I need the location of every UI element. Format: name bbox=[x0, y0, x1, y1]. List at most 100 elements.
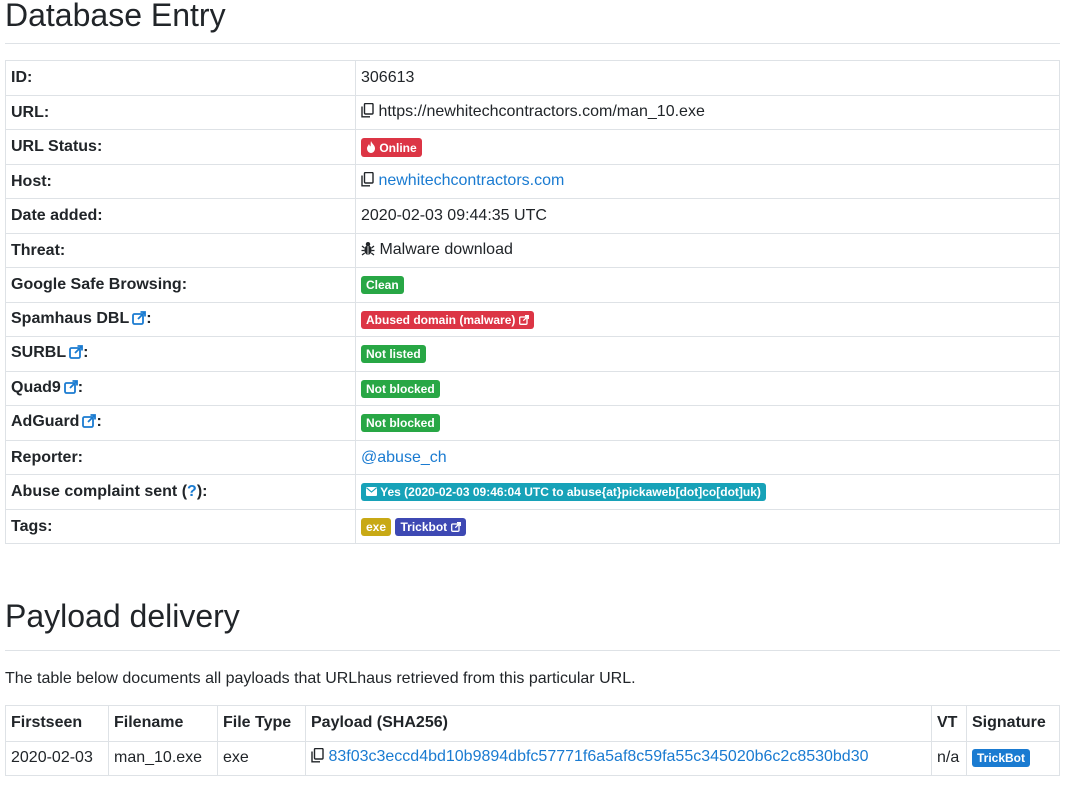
signature-badge[interactable]: TrickBot bbox=[972, 749, 1031, 768]
payload-title: Payload delivery bbox=[5, 598, 240, 635]
abuse-label-cell: Abuse complaint sent (?): bbox=[5, 474, 356, 510]
tags-cell: exe Trickbot bbox=[355, 508, 1060, 545]
quad9-cell: Not blocked bbox=[355, 370, 1060, 407]
payload-description: The table below documents all payloads t… bbox=[5, 669, 636, 687]
table-row: Threat: Malware download bbox=[5, 232, 1060, 269]
surbl-label: SURBL bbox=[11, 344, 67, 362]
threat-cell: Malware download bbox=[355, 232, 1060, 269]
colon: : bbox=[77, 378, 84, 396]
col-signature: Signature bbox=[966, 704, 1060, 742]
firstseen-cell: 2020-02-03 bbox=[5, 740, 109, 776]
external-link-icon bbox=[450, 521, 461, 532]
tag-exe[interactable]: exe bbox=[361, 517, 392, 536]
online-badge: Online bbox=[361, 137, 422, 157]
spamhaus-cell: Abused domain (malware) bbox=[355, 301, 1060, 338]
spamhaus-value: Abused domain (malware) bbox=[366, 312, 516, 327]
table-row: Abuse complaint sent (?): Yes (2020-02-0… bbox=[5, 474, 1060, 510]
url-status-label: URL Status: bbox=[5, 129, 356, 165]
abuse-cell: Yes (2020-02-03 09:46:04 UTC to abuse{at… bbox=[355, 474, 1060, 510]
reporter-label: Reporter: bbox=[5, 439, 356, 476]
copy-icon[interactable] bbox=[361, 171, 374, 192]
url-value: https://newhitechcontractors.com/man_10.… bbox=[378, 102, 705, 120]
spamhaus-label: Spamhaus DBL bbox=[11, 309, 130, 327]
table-row: URL: https://newhitechcontractors.com/ma… bbox=[5, 94, 1060, 131]
table-row: URL Status: Online bbox=[5, 129, 1060, 165]
quad9-badge: Not blocked bbox=[361, 379, 440, 398]
id-value: 306613 bbox=[355, 60, 1060, 96]
external-link-icon[interactable] bbox=[132, 310, 147, 330]
gsb-cell: Clean bbox=[355, 267, 1060, 303]
reporter-link[interactable]: @abuse_ch bbox=[361, 449, 447, 466]
table-row: Quad9: Not blocked bbox=[5, 370, 1060, 407]
adguard-label: AdGuard bbox=[11, 413, 80, 431]
date-added-value: 2020-02-03 09:44:35 UTC bbox=[355, 198, 1060, 234]
reporter-cell: @abuse_ch bbox=[355, 439, 1060, 476]
table-row: SURBL: Not listed bbox=[5, 336, 1060, 372]
external-link-icon[interactable] bbox=[82, 414, 97, 433]
filename-cell: man_10.exe bbox=[108, 740, 218, 776]
colon: : bbox=[146, 309, 152, 327]
col-firstseen: Firstseen bbox=[5, 704, 109, 742]
spamhaus-label-cell: Spamhaus DBL: bbox=[5, 301, 356, 338]
tag-trickbot[interactable]: Trickbot bbox=[395, 517, 466, 536]
col-filetype: File Type bbox=[217, 704, 306, 742]
envelope-icon bbox=[366, 487, 377, 497]
abuse-label: Abuse complaint sent ( bbox=[11, 483, 188, 501]
table-row: Spamhaus DBL: Abused domain (malware) bbox=[5, 301, 1060, 338]
page: Database Entry ID: 306613 URL: https://n… bbox=[5, 0, 1060, 776]
surbl-badge: Not listed bbox=[361, 345, 426, 364]
abuse-badge: Yes (2020-02-03 09:46:04 UTC to abuse{at… bbox=[361, 483, 766, 502]
adguard-label-cell: AdGuard: bbox=[5, 405, 356, 441]
signature-cell: TrickBot bbox=[966, 740, 1060, 776]
table-row: Google Safe Browsing: Clean bbox=[5, 267, 1060, 303]
date-added-label: Date added: bbox=[5, 198, 356, 234]
external-link-icon bbox=[518, 314, 529, 325]
vt-cell: n/a bbox=[931, 740, 967, 776]
surbl-cell: Not listed bbox=[355, 336, 1060, 372]
id-label: ID: bbox=[5, 60, 356, 96]
colon: : bbox=[96, 413, 102, 431]
copy-icon[interactable] bbox=[361, 102, 374, 123]
gsb-label: Google Safe Browsing: bbox=[5, 267, 356, 303]
table-row: Reporter: @abuse_ch bbox=[5, 439, 1060, 476]
abuse-label-end: ): bbox=[196, 483, 208, 501]
col-filename: Filename bbox=[108, 704, 218, 742]
host-label: Host: bbox=[5, 163, 356, 200]
adguard-cell: Not blocked bbox=[355, 405, 1060, 441]
clean-badge: Clean bbox=[361, 276, 404, 295]
table-row: 2020-02-03 man_10.exe exe 83f03c3eccd4bd… bbox=[5, 740, 1060, 776]
col-payload: Payload (SHA256) bbox=[305, 704, 932, 742]
quad9-label-cell: Quad9: bbox=[5, 370, 356, 407]
page-title: Database Entry bbox=[5, 0, 226, 33]
entry-table: ID: 306613 URL: https://newhitechcontrac… bbox=[5, 60, 1060, 545]
external-link-icon[interactable] bbox=[63, 379, 78, 399]
table-row: Host: newhitechcontractors.com bbox=[5, 163, 1060, 200]
col-vt: VT bbox=[931, 704, 967, 742]
filetype-cell: exe bbox=[217, 740, 306, 776]
threat-label: Threat: bbox=[5, 232, 356, 269]
copy-icon[interactable] bbox=[311, 748, 324, 768]
adguard-badge: Not blocked bbox=[361, 414, 440, 433]
fire-icon bbox=[367, 140, 375, 153]
url-label: URL: bbox=[5, 94, 356, 131]
sha256-link[interactable]: 83f03c3eccd4bd10b9894dbfc57771f6a5af8c59… bbox=[328, 748, 868, 765]
online-label: Online bbox=[379, 140, 417, 155]
colon: : bbox=[83, 344, 89, 362]
host-link[interactable]: newhitechcontractors.com bbox=[378, 172, 564, 189]
threat-value: Malware download bbox=[379, 240, 513, 258]
abuse-help-link[interactable]: ? bbox=[187, 483, 197, 500]
tag-trickbot-label: Trickbot bbox=[400, 519, 448, 534]
payload-table: Firstseen Filename File Type Payload (SH… bbox=[5, 704, 1060, 776]
url-cell: https://newhitechcontractors.com/man_10.… bbox=[355, 94, 1060, 131]
table-header-row: Firstseen Filename File Type Payload (SH… bbox=[5, 704, 1060, 742]
payload-cell: 83f03c3eccd4bd10b9894dbfc57771f6a5af8c59… bbox=[305, 740, 932, 776]
table-row: Date added: 2020-02-03 09:44:35 UTC bbox=[5, 198, 1060, 234]
table-row: Tags: exe Trickbot bbox=[5, 508, 1060, 545]
table-row: AdGuard: Not blocked bbox=[5, 405, 1060, 441]
spamhaus-badge[interactable]: Abused domain (malware) bbox=[361, 310, 534, 329]
divider bbox=[5, 43, 1060, 45]
url-status-cell: Online bbox=[355, 129, 1060, 165]
surbl-label-cell: SURBL: bbox=[5, 336, 356, 372]
table-row: ID: 306613 bbox=[5, 60, 1060, 96]
external-link-icon[interactable] bbox=[69, 345, 84, 364]
